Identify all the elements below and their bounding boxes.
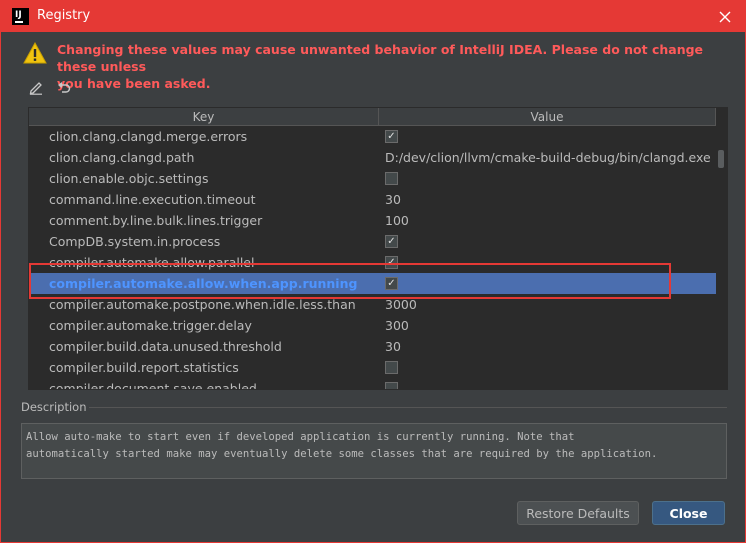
close-icon[interactable] — [711, 4, 739, 29]
vertical-scrollbar[interactable] — [716, 108, 727, 389]
registry-key: compiler.build.data.unused.threshold — [49, 339, 282, 354]
registry-key: command.line.execution.timeout — [49, 192, 256, 207]
registry-value: 3000 — [385, 297, 417, 312]
registry-value-cell[interactable]: 300 — [379, 318, 717, 333]
table-row[interactable]: command.line.execution.timeout 30 — [29, 189, 717, 210]
value-checkbox[interactable] — [385, 361, 398, 374]
scrollbar-thumb[interactable] — [718, 150, 724, 168]
description-divider — [89, 407, 727, 408]
registry-key: compiler.automake.trigger.delay — [49, 318, 252, 333]
restore-defaults-button[interactable]: Restore Defaults — [517, 501, 639, 525]
registry-value: 30 — [385, 339, 401, 354]
registry-value-cell[interactable] — [379, 235, 717, 248]
pencil-icon[interactable] — [28, 79, 44, 95]
app-icon-text: IJ — [15, 10, 22, 20]
registry-toolbar — [28, 79, 72, 99]
registry-value: 30 — [385, 192, 401, 207]
table-row[interactable]: compiler.document.save.enabled — [29, 378, 717, 390]
registry-key: comment.by.line.bulk.lines.trigger — [49, 213, 263, 228]
column-header-key[interactable]: Key — [29, 108, 379, 125]
intellij-app-icon: IJ — [12, 8, 29, 25]
registry-value-cell[interactable] — [379, 256, 717, 269]
table-row[interactable]: compiler.automake.trigger.delay 300 — [29, 315, 717, 336]
registry-key: clion.clang.clangd.path — [49, 150, 195, 165]
registry-value-cell[interactable] — [379, 382, 717, 389]
value-checkbox[interactable] — [385, 256, 398, 269]
table-header: Key Value — [29, 108, 717, 126]
registry-value-cell[interactable]: 3000 — [379, 297, 717, 312]
undo-icon[interactable] — [56, 79, 72, 95]
table-row[interactable]: clion.enable.objc.settings — [29, 168, 717, 189]
registry-value-cell[interactable]: 30 — [379, 339, 717, 354]
registry-value: 300 — [385, 318, 409, 333]
registry-table[interactable]: Key Value clion.clang.clangd.merge.error… — [28, 107, 728, 390]
table-row[interactable]: comment.by.line.bulk.lines.trigger 100 — [29, 210, 717, 231]
registry-value-cell[interactable] — [379, 361, 717, 374]
close-button[interactable]: Close — [652, 501, 725, 525]
value-checkbox[interactable] — [385, 277, 398, 290]
table-row[interactable]: clion.clang.clangd.path D:/dev/clion/llvm… — [29, 147, 717, 168]
table-row[interactable]: compiler.automake.allow.parallel — [29, 252, 717, 273]
registry-value: 100 — [385, 213, 409, 228]
table-row[interactable]: compiler.build.report.statistics — [29, 357, 717, 378]
table-row[interactable]: compiler.automake.postpone.when.idle.les… — [29, 294, 717, 315]
warning-icon — [23, 41, 47, 64]
value-checkbox[interactable] — [385, 382, 398, 389]
registry-key: compiler.automake.allow.when.app.running — [49, 276, 358, 291]
registry-value: D:/dev/clion/llvm/cmake-build-debug/bin/… — [385, 150, 711, 165]
registry-value-cell[interactable] — [379, 172, 717, 185]
value-checkbox[interactable] — [385, 235, 398, 248]
description-label: Description — [21, 400, 87, 414]
registry-key: CompDB.system.in.process — [49, 234, 221, 249]
registry-value-cell[interactable] — [379, 130, 717, 143]
table-row[interactable]: compiler.automake.allow.when.app.running — [29, 273, 717, 294]
registry-value-cell[interactable]: D:/dev/clion/llvm/cmake-build-debug/bin/… — [379, 150, 717, 165]
value-checkbox[interactable] — [385, 172, 398, 185]
warning-text: Changing these values may cause unwanted… — [57, 41, 727, 92]
registry-key: clion.enable.objc.settings — [49, 171, 209, 186]
table-body: clion.clang.clangd.merge.errors clion.cla… — [29, 126, 717, 390]
registry-key: compiler.automake.allow.parallel — [49, 255, 255, 270]
warning-line-2: you have been asked. — [57, 76, 211, 91]
registry-key: compiler.build.report.statistics — [49, 360, 239, 375]
table-row[interactable]: CompDB.system.in.process — [29, 231, 717, 252]
registry-key: compiler.document.save.enabled — [49, 381, 257, 390]
table-row[interactable]: clion.clang.clangd.merge.errors — [29, 126, 717, 147]
warning-line-1: Changing these values may cause unwanted… — [57, 42, 704, 74]
table-row[interactable]: compiler.build.data.unused.threshold 30 — [29, 336, 717, 357]
window-title: Registry — [37, 8, 91, 23]
registry-value-cell[interactable] — [379, 277, 717, 290]
title-bar[interactable]: IJ Registry — [1, 1, 745, 32]
registry-dialog: IJ Registry Changing these values may ca… — [0, 0, 746, 543]
value-checkbox[interactable] — [385, 130, 398, 143]
registry-key: compiler.automake.postpone.when.idle.les… — [49, 297, 356, 312]
column-header-value[interactable]: Value — [379, 108, 716, 125]
registry-key: clion.clang.clangd.merge.errors — [49, 129, 248, 144]
description-text: Allow auto-make to start even if develop… — [21, 423, 727, 479]
registry-value-cell[interactable]: 30 — [379, 192, 717, 207]
registry-value-cell[interactable]: 100 — [379, 213, 717, 228]
